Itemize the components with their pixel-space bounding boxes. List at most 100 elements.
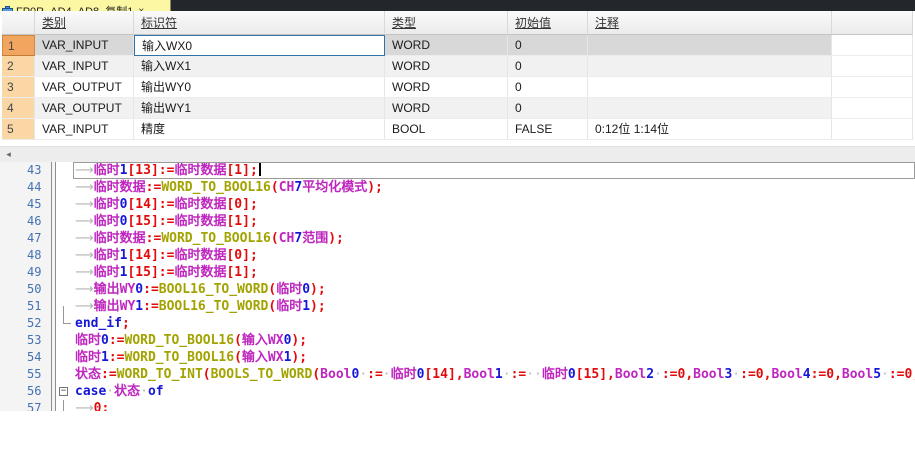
code-token: 平均化模式: [302, 180, 367, 195]
code-token: 临时: [94, 197, 120, 212]
code-line[interactable]: 49⟶临时1[15]:=临时数据[1];: [0, 264, 915, 281]
code-line-content[interactable]: ⟶临时0[15]:=临时数据[1];: [73, 213, 915, 230]
code-line-content[interactable]: case·状态·of: [73, 383, 915, 400]
column-header-6[interactable]: [832, 11, 913, 35]
line-number: 46: [0, 213, 52, 230]
cell-extra[interactable]: [832, 77, 913, 98]
code-line[interactable]: 55状态:=WORD_TO_INT(BOOLS_TO_WORD(Bool0·:=…: [0, 366, 915, 383]
code-line-content[interactable]: end_if;: [73, 315, 915, 332]
cell-type[interactable]: WORD: [385, 98, 508, 119]
column-header-1[interactable]: 类别: [35, 11, 134, 35]
code-token: ·: [383, 367, 391, 382]
table-horizontal-scrollbar[interactable]: ◂: [0, 146, 915, 162]
cell-comment[interactable]: [588, 77, 832, 98]
viewport-clip-mask: [0, 411, 915, 460]
column-header-2[interactable]: 标识符: [134, 11, 385, 35]
code-line-content[interactable]: ⟶输出WY0:=BOOL16_TO_WORD(临时0);: [73, 281, 915, 298]
code-token: 临时数据: [94, 180, 146, 195]
column-header-3[interactable]: 类型: [385, 11, 508, 35]
code-line[interactable]: 44 ⟶临时数据:=WORD_TO_BOOL16(CH7平均化模式);: [0, 179, 915, 196]
cell-extra[interactable]: [832, 35, 913, 56]
code-line[interactable]: 48⟶临时1[14]:=临时数据[0];: [0, 247, 915, 264]
column-header-label: 类型: [392, 16, 416, 30]
line-number: 44: [0, 179, 52, 196]
code-line[interactable]: 47 ⟶临时数据:=WORD_TO_BOOL16(CH7范围);: [0, 230, 915, 247]
code-line[interactable]: 43⟶临时1[13]:=临时数据[1];: [0, 162, 915, 179]
row-number[interactable]: 5: [2, 119, 35, 140]
code-line-content[interactable]: ⟶临时数据:=WORD_TO_BOOL16(CH7平均化模式);: [73, 179, 915, 196]
code-line[interactable]: 51⟶输出WY1:=BOOL16_TO_WORD(临时1);: [0, 298, 915, 315]
column-header-5[interactable]: 注释: [588, 11, 832, 35]
cell-comment[interactable]: [588, 35, 832, 56]
cell-identifier[interactable]: 输出WY1: [134, 98, 385, 119]
table-row: 1VAR_INPUT输入WX0WORD0: [2, 35, 913, 56]
cell-type[interactable]: BOOL: [385, 119, 508, 140]
cell-extra[interactable]: [832, 98, 913, 119]
code-token: 0: [568, 367, 576, 382]
code-editor[interactable]: 43⟶临时1[13]:=临时数据[1];44 ⟶临时数据:=WORD_TO_BOO…: [0, 162, 915, 460]
code-line[interactable]: 52end_if;: [0, 315, 915, 332]
row-number[interactable]: 3: [2, 77, 35, 98]
column-header-rownum[interactable]: [2, 11, 35, 35]
code-line[interactable]: 45⟶临时0[14]:=临时数据[0];: [0, 196, 915, 213]
fold-collapse-icon[interactable]: −: [59, 387, 68, 396]
cell-comment[interactable]: [588, 56, 832, 77]
text-caret: [259, 163, 261, 176]
code-token: :=: [109, 333, 125, 348]
code-token: of: [148, 384, 164, 399]
cell-type[interactable]: WORD: [385, 35, 508, 56]
cell-category[interactable]: VAR_INPUT: [35, 35, 134, 56]
cell-category[interactable]: VAR_OUTPUT: [35, 77, 134, 98]
fold-end-marker: [63, 306, 71, 324]
code-line[interactable]: 50⟶输出WY0:=BOOL16_TO_WORD(临时0);: [0, 281, 915, 298]
code-line-content[interactable]: ⟶临时1[14]:=临时数据[0];: [73, 247, 915, 264]
cell-comment[interactable]: 0:12位 1:14位: [588, 119, 832, 140]
code-token: case: [75, 384, 106, 399]
cell-identifier[interactable]: 输入WX1: [134, 56, 385, 77]
fold-margin: [56, 196, 73, 213]
code-line[interactable]: 46 ⟶临时0[15]:=临时数据[1];: [0, 213, 915, 230]
code-token: [14]: [424, 367, 455, 382]
code-line-content[interactable]: ⟶临时数据:=WORD_TO_BOOL16(CH7范围);: [73, 230, 915, 247]
cell-category[interactable]: VAR_INPUT: [35, 56, 134, 77]
code-line-content[interactable]: 临时1:=WORD_TO_BOOL16(输入WX1);: [73, 349, 915, 366]
code-token: ·: [359, 367, 367, 382]
cell-type[interactable]: WORD: [385, 56, 508, 77]
cell-type[interactable]: WORD: [385, 77, 508, 98]
cell-category[interactable]: VAR_INPUT: [35, 119, 134, 140]
row-number[interactable]: 1: [2, 35, 35, 56]
code-token: 2: [646, 367, 654, 382]
row-number[interactable]: 4: [2, 98, 35, 119]
cell-initial[interactable]: 0: [508, 35, 588, 56]
document-tab[interactable]: FP0R_AD4_AD8_复制1 ×: [0, 0, 171, 11]
cell-identifier[interactable]: 精度: [134, 119, 385, 140]
line-number: 56: [0, 383, 52, 400]
code-token: :=: [143, 299, 159, 314]
scroll-left-arrow-icon[interactable]: ◂: [0, 147, 17, 162]
cell-identifier[interactable]: 输出WY0: [134, 77, 385, 98]
cell-initial[interactable]: 0: [508, 98, 588, 119]
code-line[interactable]: 53临时0:=WORD_TO_BOOL16(输入WX0);: [0, 332, 915, 349]
code-line-content[interactable]: ⟶输出WY1:=BOOL16_TO_WORD(临时1);: [73, 298, 915, 315]
cell-initial[interactable]: 0: [508, 56, 588, 77]
code-line[interactable]: 54临时1:=WORD_TO_BOOL16(输入WX1);: [0, 349, 915, 366]
cell-initial[interactable]: FALSE: [508, 119, 588, 140]
code-token: ⟶: [75, 265, 94, 280]
line-number: 47: [0, 230, 52, 247]
cell-extra[interactable]: [832, 56, 913, 77]
code-line-content[interactable]: ⟶临时1[13]:=临时数据[1];: [73, 162, 915, 179]
cell-extra[interactable]: [832, 119, 913, 140]
code-line-content[interactable]: 状态:=WORD_TO_INT(BOOLS_TO_WORD(Bool0·:=·临…: [73, 366, 915, 383]
row-number[interactable]: 2: [2, 56, 35, 77]
cell-comment[interactable]: [588, 98, 832, 119]
code-line[interactable]: 56−case·状态·of: [0, 383, 915, 400]
cell-initial[interactable]: 0: [508, 77, 588, 98]
column-header-4[interactable]: 初始值: [508, 11, 588, 35]
code-line-content[interactable]: 临时0:=WORD_TO_BOOL16(输入WX0);: [73, 332, 915, 349]
cell-category[interactable]: VAR_OUTPUT: [35, 98, 134, 119]
cell-identifier[interactable]: 输入WX0: [134, 35, 385, 56]
code-token: Bool: [842, 367, 873, 382]
code-token: ⟶: [75, 248, 94, 263]
code-line-content[interactable]: ⟶临时0[14]:=临时数据[0];: [73, 196, 915, 213]
code-line-content[interactable]: ⟶临时1[15]:=临时数据[1];: [73, 264, 915, 281]
